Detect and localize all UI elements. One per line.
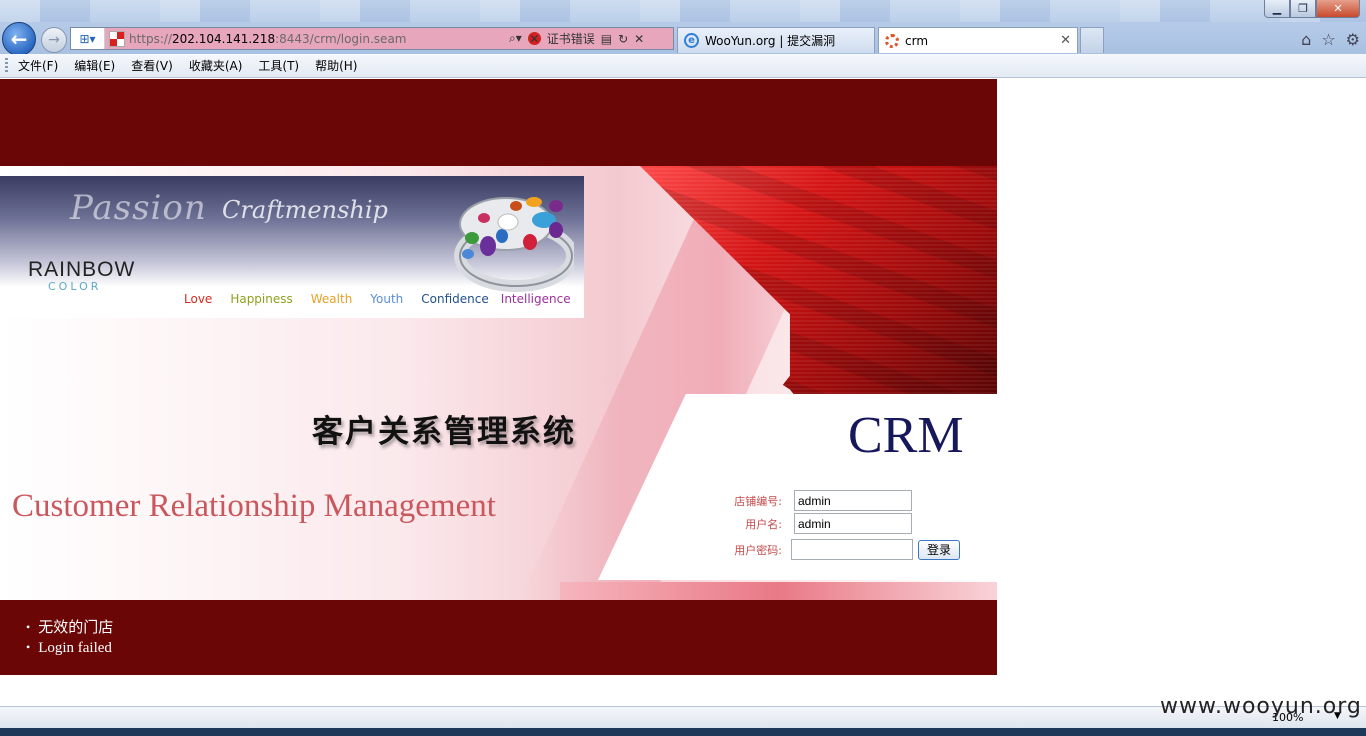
- back-button[interactable]: ←: [2, 22, 36, 56]
- home-icon[interactable]: ⌂: [1301, 30, 1311, 49]
- store-id-input[interactable]: [794, 490, 912, 511]
- header-band: [0, 79, 997, 166]
- value-tags: Love Happiness Wealth Youth Confidence I…: [184, 292, 584, 306]
- titlebar-decoration: [0, 0, 1366, 22]
- tab-crm[interactable]: crm ✕: [878, 27, 1078, 53]
- gear-icon[interactable]: ⚙: [1346, 30, 1360, 49]
- username-input[interactable]: [794, 513, 912, 534]
- address-bar[interactable]: ⊞▾ https://202.104.141.218:8443/crm/logi…: [70, 27, 674, 50]
- store-row: 店铺编号:: [724, 490, 912, 511]
- menu-view[interactable]: 查看(V): [131, 57, 181, 74]
- ie-icon: e: [684, 33, 699, 48]
- watermark: www.wooyun.org: [1160, 694, 1362, 719]
- close-window-button[interactable]: ✕: [1316, 0, 1360, 18]
- menu-bar: 文件(F) 编辑(E) 查看(V) 收藏夹(A) 工具(T) 帮助(H): [0, 54, 1366, 78]
- maximize-button[interactable]: ❐: [1290, 0, 1316, 18]
- toolbar-grip: [5, 58, 8, 74]
- new-tab-button[interactable]: [1080, 27, 1104, 53]
- banner-script-passion: Passion: [70, 188, 207, 228]
- password-input[interactable]: [791, 539, 913, 560]
- cert-error-label[interactable]: 证书错误: [547, 30, 595, 47]
- error-message: 无效的门店: [26, 618, 113, 638]
- brand-banner: Passion Craftmenship RAINBOW COLOR Love …: [0, 176, 584, 318]
- hero-area: Passion Craftmenship RAINBOW COLOR Love …: [0, 166, 997, 600]
- loading-icon: [885, 33, 899, 48]
- banner-script-craftmenship: Craftmenship: [222, 196, 388, 224]
- crm-logo-text: CRM: [848, 407, 964, 464]
- menu-edit[interactable]: 编辑(E): [74, 57, 123, 74]
- error-messages: 无效的门店 Login failed: [26, 618, 113, 658]
- menu-file[interactable]: 文件(F): [18, 57, 66, 74]
- stop-icon[interactable]: ✕: [634, 32, 644, 46]
- forward-button[interactable]: →: [41, 27, 67, 53]
- username-label: 用户名:: [745, 517, 782, 531]
- forward-arrow-icon: →: [48, 32, 60, 48]
- bottom-stripe: [560, 582, 997, 600]
- username-row: 用户名:: [724, 513, 912, 534]
- menu-help[interactable]: 帮助(H): [315, 57, 365, 74]
- browser-right-icons: ⌂ ☆ ⚙: [1301, 30, 1360, 49]
- brand-logo-sub: COLOR: [48, 280, 102, 293]
- back-arrow-icon: ←: [10, 27, 28, 51]
- cert-error-icon[interactable]: ✕: [527, 32, 541, 46]
- url-text: https://202.104.141.218:8443/crm/login.s…: [129, 31, 407, 46]
- gem-ring-image: [454, 197, 574, 292]
- compat-page-icon[interactable]: ▤: [601, 32, 612, 46]
- refresh-icon[interactable]: ↻: [618, 32, 628, 46]
- tag-intelligence: Intelligence: [500, 292, 571, 306]
- url-field[interactable]: https://202.104.141.218:8443/crm/login.s…: [105, 28, 505, 49]
- favorites-star-icon[interactable]: ☆: [1321, 30, 1335, 49]
- login-button[interactable]: 登录: [918, 539, 961, 560]
- site-favicon-icon: [109, 30, 125, 47]
- tab-label: WooYun.org | 提交漏洞: [705, 34, 836, 48]
- footer-band: 无效的门店 Login failed: [0, 600, 997, 675]
- search-icon[interactable]: ⌕▾: [509, 31, 522, 46]
- tag-youth: Youth: [370, 292, 404, 306]
- brand-logo-name: RAINBOW: [28, 258, 136, 281]
- tag-love: Love: [184, 292, 213, 306]
- password-row: 用户密码: 登录: [724, 539, 961, 560]
- tag-happiness: Happiness: [230, 292, 293, 306]
- system-title-cn: 客户关系管理系统: [312, 414, 576, 450]
- minimize-button[interactable]: ▁: [1264, 0, 1290, 18]
- window-controls: ▁ ❐ ✕: [1264, 0, 1360, 18]
- tag-wealth: Wealth: [310, 292, 353, 306]
- close-tab-icon[interactable]: ✕: [1060, 33, 1071, 48]
- address-tools: ⌕▾ ✕ 证书错误 ▤ ↻ ✕: [505, 28, 673, 49]
- tab-wooyun[interactable]: e WooYun.org | 提交漏洞: [677, 27, 875, 53]
- password-label: 用户密码:: [734, 543, 782, 557]
- menu-tools[interactable]: 工具(T): [258, 57, 307, 74]
- tag-confidence: Confidence: [421, 292, 489, 306]
- menu-favorites[interactable]: 收藏夹(A): [189, 57, 251, 74]
- error-message: Login failed: [26, 638, 113, 658]
- tab-label: crm: [905, 33, 929, 48]
- store-label: 店铺编号:: [734, 494, 782, 508]
- os-taskbar: [0, 728, 1366, 736]
- system-title-en: Customer Relationship Management: [12, 488, 496, 524]
- compatibility-view-icon[interactable]: ⊞▾: [71, 28, 105, 49]
- crm-login-page: Passion Craftmenship RAINBOW COLOR Love …: [0, 79, 997, 675]
